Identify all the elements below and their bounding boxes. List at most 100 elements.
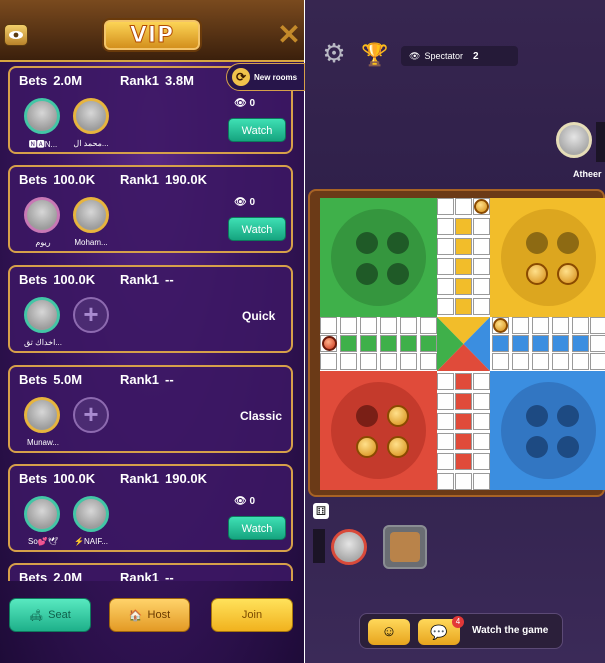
blue-home-circle: [501, 382, 596, 479]
track-cell: [532, 335, 549, 352]
player-avatar[interactable]: [24, 397, 60, 433]
red-token[interactable]: [322, 336, 337, 351]
token-slot: [557, 436, 579, 458]
room-card[interactable]: Bets 100.0K Rank1 190.0K ريوم Moham... 👁 0…: [8, 165, 293, 253]
bottom-action-bar: 🛋 Seat 🏠 Host Join: [0, 590, 305, 663]
yellow-token[interactable]: [526, 263, 548, 285]
refresh-icon: ⟳: [232, 68, 250, 86]
player-avatar[interactable]: [24, 98, 60, 134]
player-avatar[interactable]: [331, 529, 367, 565]
host-label: Host: [147, 609, 171, 621]
player-name: Munaw...: [26, 438, 59, 447]
empty-seat-plus-icon[interactable]: +: [73, 297, 109, 333]
room-card[interactable]: Bets 100.0K Rank1 -- اخداك تق... + Quick: [8, 265, 293, 353]
yellow-token[interactable]: [474, 199, 489, 214]
red-token[interactable]: [387, 405, 409, 427]
track-cell: [455, 278, 472, 295]
track-cell: [455, 373, 472, 390]
eye-icon[interactable]: [4, 24, 28, 46]
watch-button[interactable]: Watch: [228, 118, 286, 142]
rank-value: --: [165, 272, 174, 287]
rank-label: Rank1: [120, 172, 160, 187]
room-card[interactable]: Bets 5.0M Rank1 -- Munaw... + Classic: [8, 365, 293, 453]
track-cell: [340, 317, 357, 334]
track-cell: [492, 353, 509, 370]
track-cell: [437, 453, 454, 470]
red-home-circle: [331, 382, 426, 479]
player-avatar[interactable]: [24, 496, 60, 532]
seat-button[interactable]: 🛋 Seat: [9, 598, 91, 632]
track-cell: [437, 473, 454, 490]
bottom-controls: ☺ 💬 4 Watch the game: [359, 613, 563, 649]
track-cell: [572, 335, 589, 352]
track-cell: [473, 238, 490, 255]
yellow-token[interactable]: [493, 318, 508, 333]
ludo-board-frame: [308, 189, 605, 497]
new-rooms-button[interactable]: ⟳ New rooms: [226, 63, 305, 91]
rank-value: 190.0K: [165, 471, 207, 486]
player-name: ريوم: [35, 238, 51, 247]
track-cell: [420, 353, 437, 370]
red-token[interactable]: [356, 436, 378, 458]
track-cell: [532, 353, 549, 370]
yellow-home-circle: [501, 209, 596, 306]
track-cell: [437, 413, 454, 430]
track-cell: [380, 353, 397, 370]
trophy-icon[interactable]: 🏆: [361, 42, 388, 68]
rank-label: Rank1: [120, 372, 160, 387]
player-avatar[interactable]: [73, 98, 109, 134]
track-cell: [473, 393, 490, 410]
watchers-count: 👁 0: [234, 197, 256, 208]
watchers-count: 👁 0: [234, 496, 256, 507]
bets-label: Bets: [19, 73, 48, 88]
green-home-circle: [331, 209, 426, 306]
speaker-icon: [313, 529, 325, 563]
spectator-label: Spectator: [424, 51, 463, 61]
red-token[interactable]: [387, 436, 409, 458]
player-name: اخداك تق...: [24, 338, 62, 347]
player-avatar[interactable]: [24, 297, 60, 333]
spectator-badge[interactable]: 👁 Spectator 2: [401, 46, 518, 66]
track-cell: [437, 198, 454, 215]
track-cell: [532, 317, 549, 334]
close-icon[interactable]: ✕: [276, 21, 302, 49]
host-button[interactable]: 🏠 Host: [109, 598, 190, 632]
vip-title: VIP: [129, 22, 175, 48]
rank-label: Rank1: [120, 471, 160, 486]
track-cell: [492, 335, 509, 352]
watch-the-game-label[interactable]: Watch the game: [472, 625, 548, 636]
room-card[interactable]: Bets 2.0M Rank1 --: [8, 563, 293, 581]
track-cell: [455, 218, 472, 235]
track-cell: [473, 413, 490, 430]
track-cell: [437, 278, 454, 295]
watch-button[interactable]: Watch: [228, 516, 286, 540]
track-cell: [320, 353, 337, 370]
vip-banner: VIP: [102, 18, 202, 52]
emoji-button[interactable]: ☺: [368, 619, 410, 645]
track-cell: [455, 298, 472, 315]
track-cell: [552, 317, 569, 334]
opponent-avatar[interactable]: [556, 122, 592, 158]
room-list[interactable]: Bets 2.0M Rank1 3.8M 🅽🅰N... محمد ال... 👁 0…: [8, 66, 293, 581]
bets-value: 5.0M: [53, 372, 83, 387]
player-avatar[interactable]: [24, 197, 60, 233]
dice-roll-button[interactable]: [383, 525, 427, 569]
room-card[interactable]: Bets 100.0K Rank1 190.0K So💕🕊 ⚡NAIF... 👁 0…: [8, 464, 293, 552]
token-slot: [526, 232, 548, 254]
empty-seat-plus-icon[interactable]: +: [73, 397, 109, 433]
yellow-token[interactable]: [557, 263, 579, 285]
watch-button[interactable]: Watch: [228, 217, 286, 241]
track-cell: [340, 353, 357, 370]
center-home-triangles: [437, 317, 490, 371]
join-button[interactable]: Join: [211, 598, 293, 632]
track-cell: [590, 335, 605, 352]
track-cell: [360, 353, 377, 370]
bets-value: 100.0K: [53, 172, 96, 187]
player-avatar[interactable]: [73, 197, 109, 233]
track-cell: [473, 278, 490, 295]
gear-icon[interactable]: ⚙: [321, 40, 347, 66]
ludo-board[interactable]: [320, 198, 605, 490]
player-avatar[interactable]: [73, 496, 109, 532]
chat-icon: 💬: [430, 624, 448, 640]
opponent-name: Atheer: [573, 169, 602, 179]
